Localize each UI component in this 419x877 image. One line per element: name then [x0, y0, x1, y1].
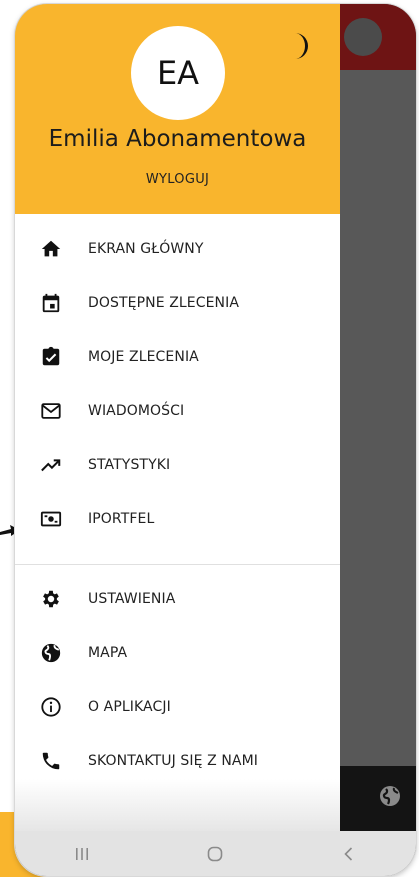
drawer-header: EA Emilia Abonamentowa WYLOGUJ [15, 4, 340, 214]
menu-item-label: IPORTFEL [88, 511, 155, 527]
navigation-drawer: EA Emilia Abonamentowa WYLOGUJ EKRAN GŁÓ… [15, 4, 340, 831]
gear-icon [40, 588, 62, 610]
money-icon [40, 508, 62, 530]
menu-item-map[interactable]: MAPA [15, 626, 340, 680]
menu-item-wallet[interactable]: IPORTFEL [15, 492, 340, 546]
avatar: EA [131, 26, 225, 120]
menu-item-available-orders[interactable]: DOSTĘPNE ZLECENIA [15, 276, 340, 330]
system-navigation-bar [15, 831, 416, 876]
secondary-menu: USTAWIENIA MAPA O APLIKACJI SKONTAKTUJ S… [15, 572, 340, 788]
menu-item-label: SKONTAKTUJ SIĘ Z NAMI [88, 753, 259, 769]
menu-item-label: MAPA [88, 645, 128, 661]
menu-item-label: DOSTĘPNE ZLECENIA [88, 295, 240, 311]
menu-item-label: MOJE ZLECENIA [88, 349, 199, 365]
menu-item-label: EKRAN GŁÓWNY [88, 241, 204, 257]
menu-item-label: USTAWIENIA [88, 591, 176, 607]
globe-icon [380, 786, 400, 806]
info-icon [40, 696, 62, 718]
menu-item-settings[interactable]: USTAWIENIA [15, 572, 340, 626]
moon-icon[interactable] [289, 32, 315, 60]
menu-divider [15, 564, 340, 565]
menu-item-label: O APLIKACJI [88, 699, 171, 715]
logout-link[interactable]: WYLOGUJ [15, 172, 340, 187]
phone-icon [40, 750, 62, 772]
drawer-bottom-fade [15, 779, 340, 831]
home-button-icon[interactable] [200, 842, 230, 866]
menu-item-home[interactable]: EKRAN GŁÓWNY [15, 222, 340, 276]
home-icon [40, 238, 62, 260]
back-icon[interactable] [334, 842, 364, 866]
trending-up-icon [40, 454, 62, 476]
clipboard-check-icon [40, 346, 62, 368]
phone-screen: EA Emilia Abonamentowa WYLOGUJ EKRAN GŁÓ… [15, 4, 416, 876]
menu-item-about[interactable]: O APLIKACJI [15, 680, 340, 734]
menu-item-label: WIADOMOŚCI [88, 403, 185, 419]
menu-item-statistics[interactable]: STATYSTYKI [15, 438, 340, 492]
menu-item-my-orders[interactable]: MOJE ZLECENIA [15, 330, 340, 384]
main-menu: EKRAN GŁÓWNY DOSTĘPNE ZLECENIA MOJE ZLEC… [15, 222, 340, 546]
recent-apps-icon[interactable] [67, 842, 97, 866]
mail-icon [40, 400, 62, 422]
menu-item-label: STATYSTYKI [88, 457, 171, 473]
user-name: Emilia Abonamentowa [48, 126, 307, 152]
menu-item-messages[interactable]: WIADOMOŚCI [15, 384, 340, 438]
front-camera [344, 18, 382, 56]
globe-icon [40, 642, 62, 664]
calendar-icon [40, 292, 62, 314]
